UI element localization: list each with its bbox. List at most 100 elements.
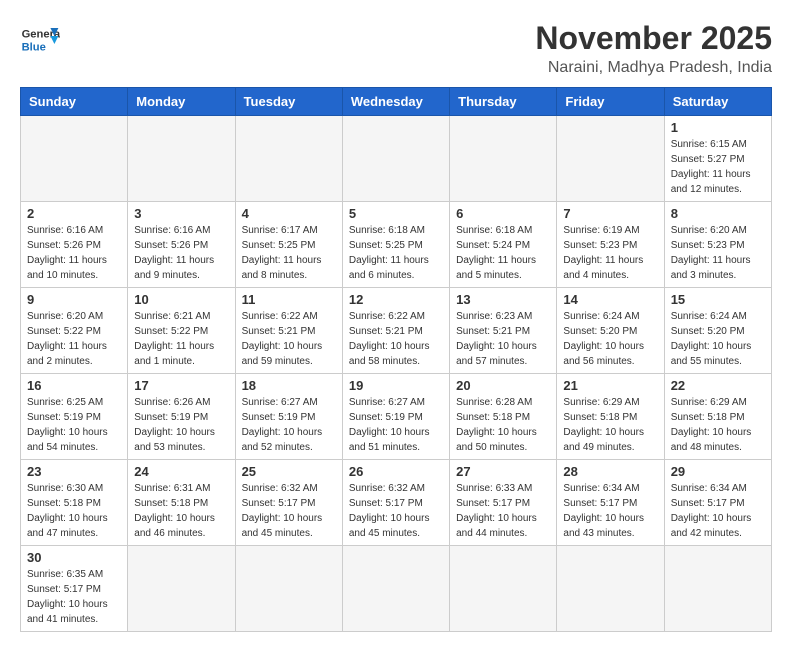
calendar-cell: 1Sunrise: 6:15 AMSunset: 5:27 PMDaylight… <box>664 116 771 202</box>
calendar-cell: 22 Sunrise: 6:29 AMSunset: 5:18 PMDayligh… <box>664 374 771 460</box>
title-area: November 2025 Naraini, Madhya Pradesh, I… <box>535 20 772 77</box>
day-number: 19 <box>349 378 443 393</box>
calendar-cell: 8Sunrise: 6:20 AMSunset: 5:23 PMDaylight… <box>664 202 771 288</box>
day-info: Sunrise: 6:18 AMSunset: 5:25 PMDaylight:… <box>349 223 443 283</box>
day-number: 23 <box>27 464 121 479</box>
calendar-cell: 11 Sunrise: 6:22 AMSunset: 5:21 PMDayligh… <box>235 288 342 374</box>
header-thursday: Thursday <box>450 88 557 116</box>
day-info: Sunrise: 6:23 AMSunset: 5:21 PMDaylight:… <box>456 309 550 369</box>
day-number: 10 <box>134 292 228 307</box>
day-number: 20 <box>456 378 550 393</box>
calendar-cell: 15 Sunrise: 6:24 AMSunset: 5:20 PMDayligh… <box>664 288 771 374</box>
day-number: 18 <box>242 378 336 393</box>
calendar-cell <box>450 116 557 202</box>
day-number: 11 <box>242 292 336 307</box>
calendar-cell: 17Sunrise: 6:26 AMSunset: 5:19 PMDayligh… <box>128 374 235 460</box>
calendar-cell: 19 Sunrise: 6:27 AMSunset: 5:19 PMDayligh… <box>342 374 449 460</box>
day-info: Sunrise: 6:19 AMSunset: 5:23 PMDaylight:… <box>563 223 657 283</box>
calendar-cell <box>342 116 449 202</box>
calendar-cell: 27 Sunrise: 6:33 AMSunset: 5:17 PMDayligh… <box>450 460 557 546</box>
day-info: Sunrise: 6:30 AMSunset: 5:18 PMDaylight:… <box>27 481 121 541</box>
calendar-row-5: 23 Sunrise: 6:30 AMSunset: 5:18 PMDayligh… <box>21 460 772 546</box>
day-info: Sunrise: 6:18 AMSunset: 5:24 PMDaylight:… <box>456 223 550 283</box>
day-info: Sunrise: 6:22 AMSunset: 5:21 PMDaylight:… <box>349 309 443 369</box>
calendar-cell <box>557 116 664 202</box>
header-monday: Monday <box>128 88 235 116</box>
day-info: Sunrise: 6:21 AMSunset: 5:22 PMDaylight:… <box>134 309 228 369</box>
calendar-cell: 12 Sunrise: 6:22 AMSunset: 5:21 PMDayligh… <box>342 288 449 374</box>
day-info: Sunrise: 6:17 AMSunset: 5:25 PMDaylight:… <box>242 223 336 283</box>
calendar-cell-empty <box>128 546 235 632</box>
calendar-cell: 4 Sunrise: 6:17 AMSunset: 5:25 PMDaylight… <box>235 202 342 288</box>
calendar-cell: 26 Sunrise: 6:32 AMSunset: 5:17 PMDayligh… <box>342 460 449 546</box>
weekday-header-row: Sunday Monday Tuesday Wednesday Thursday… <box>21 88 772 116</box>
day-number: 2 <box>27 206 121 221</box>
calendar-cell: 25Sunrise: 6:32 AMSunset: 5:17 PMDayligh… <box>235 460 342 546</box>
day-number: 12 <box>349 292 443 307</box>
header-tuesday: Tuesday <box>235 88 342 116</box>
day-number: 21 <box>563 378 657 393</box>
day-info: Sunrise: 6:24 AMSunset: 5:20 PMDaylight:… <box>563 309 657 369</box>
location: Naraini, Madhya Pradesh, India <box>535 59 772 77</box>
calendar-cell: 6 Sunrise: 6:18 AMSunset: 5:24 PMDaylight… <box>450 202 557 288</box>
calendar-cell: 14 Sunrise: 6:24 AMSunset: 5:20 PMDayligh… <box>557 288 664 374</box>
day-number: 26 <box>349 464 443 479</box>
day-info: Sunrise: 6:32 AMSunset: 5:17 PMDaylight:… <box>349 481 443 541</box>
calendar-row-4: 16Sunrise: 6:25 AMSunset: 5:19 PMDayligh… <box>21 374 772 460</box>
day-number: 3 <box>134 206 228 221</box>
day-number: 22 <box>671 378 765 393</box>
calendar-cell: 9 Sunrise: 6:20 AMSunset: 5:22 PMDaylight… <box>21 288 128 374</box>
day-number: 13 <box>456 292 550 307</box>
day-number: 7 <box>563 206 657 221</box>
day-number: 24 <box>134 464 228 479</box>
calendar-cell: 3 Sunrise: 6:16 AMSunset: 5:26 PMDaylight… <box>128 202 235 288</box>
day-info: Sunrise: 6:27 AMSunset: 5:19 PMDaylight:… <box>349 395 443 455</box>
month-year: November 2025 <box>535 20 772 57</box>
calendar-cell: 28Sunrise: 6:34 AMSunset: 5:17 PMDayligh… <box>557 460 664 546</box>
calendar-cell <box>21 116 128 202</box>
day-info: Sunrise: 6:29 AMSunset: 5:18 PMDaylight:… <box>671 395 765 455</box>
calendar-cell: 29Sunrise: 6:34 AMSunset: 5:17 PMDayligh… <box>664 460 771 546</box>
calendar-cell: 10 Sunrise: 6:21 AMSunset: 5:22 PMDayligh… <box>128 288 235 374</box>
day-info: Sunrise: 6:32 AMSunset: 5:17 PMDaylight:… <box>242 481 336 541</box>
day-info: Sunrise: 6:15 AMSunset: 5:27 PMDaylight:… <box>671 137 765 197</box>
calendar-cell: 16Sunrise: 6:25 AMSunset: 5:19 PMDayligh… <box>21 374 128 460</box>
day-number: 6 <box>456 206 550 221</box>
day-number: 15 <box>671 292 765 307</box>
day-info: Sunrise: 6:20 AMSunset: 5:22 PMDaylight:… <box>27 309 121 369</box>
calendar-cell: 30 Sunrise: 6:35 AMSunset: 5:17 PMDayligh… <box>21 546 128 632</box>
day-number: 29 <box>671 464 765 479</box>
day-info: Sunrise: 6:22 AMSunset: 5:21 PMDaylight:… <box>242 309 336 369</box>
calendar-cell-empty <box>450 546 557 632</box>
day-info: Sunrise: 6:16 AMSunset: 5:26 PMDaylight:… <box>134 223 228 283</box>
day-info: Sunrise: 6:24 AMSunset: 5:20 PMDaylight:… <box>671 309 765 369</box>
day-info: Sunrise: 6:31 AMSunset: 5:18 PMDaylight:… <box>134 481 228 541</box>
calendar-cell <box>128 116 235 202</box>
day-number: 9 <box>27 292 121 307</box>
day-number: 4 <box>242 206 336 221</box>
day-number: 14 <box>563 292 657 307</box>
day-info: Sunrise: 6:28 AMSunset: 5:18 PMDaylight:… <box>456 395 550 455</box>
svg-text:Blue: Blue <box>22 41 46 53</box>
day-number: 28 <box>563 464 657 479</box>
header-wednesday: Wednesday <box>342 88 449 116</box>
calendar-cell-empty <box>664 546 771 632</box>
day-info: Sunrise: 6:33 AMSunset: 5:17 PMDaylight:… <box>456 481 550 541</box>
day-info: Sunrise: 6:35 AMSunset: 5:17 PMDaylight:… <box>27 567 121 627</box>
calendar-row-1: 1Sunrise: 6:15 AMSunset: 5:27 PMDaylight… <box>21 116 772 202</box>
day-number: 30 <box>27 550 121 565</box>
calendar-cell-empty <box>557 546 664 632</box>
header-saturday: Saturday <box>664 88 771 116</box>
calendar-cell-empty <box>235 546 342 632</box>
header-friday: Friday <box>557 88 664 116</box>
day-info: Sunrise: 6:29 AMSunset: 5:18 PMDaylight:… <box>563 395 657 455</box>
header-sunday: Sunday <box>21 88 128 116</box>
calendar-cell: 18Sunrise: 6:27 AMSunset: 5:19 PMDayligh… <box>235 374 342 460</box>
calendar: Sunday Monday Tuesday Wednesday Thursday… <box>20 87 772 632</box>
calendar-row-2: 2 Sunrise: 6:16 AMSunset: 5:26 PMDaylight… <box>21 202 772 288</box>
day-number: 27 <box>456 464 550 479</box>
calendar-cell <box>235 116 342 202</box>
day-info: Sunrise: 6:20 AMSunset: 5:23 PMDaylight:… <box>671 223 765 283</box>
calendar-cell: 21 Sunrise: 6:29 AMSunset: 5:18 PMDayligh… <box>557 374 664 460</box>
day-info: Sunrise: 6:16 AMSunset: 5:26 PMDaylight:… <box>27 223 121 283</box>
